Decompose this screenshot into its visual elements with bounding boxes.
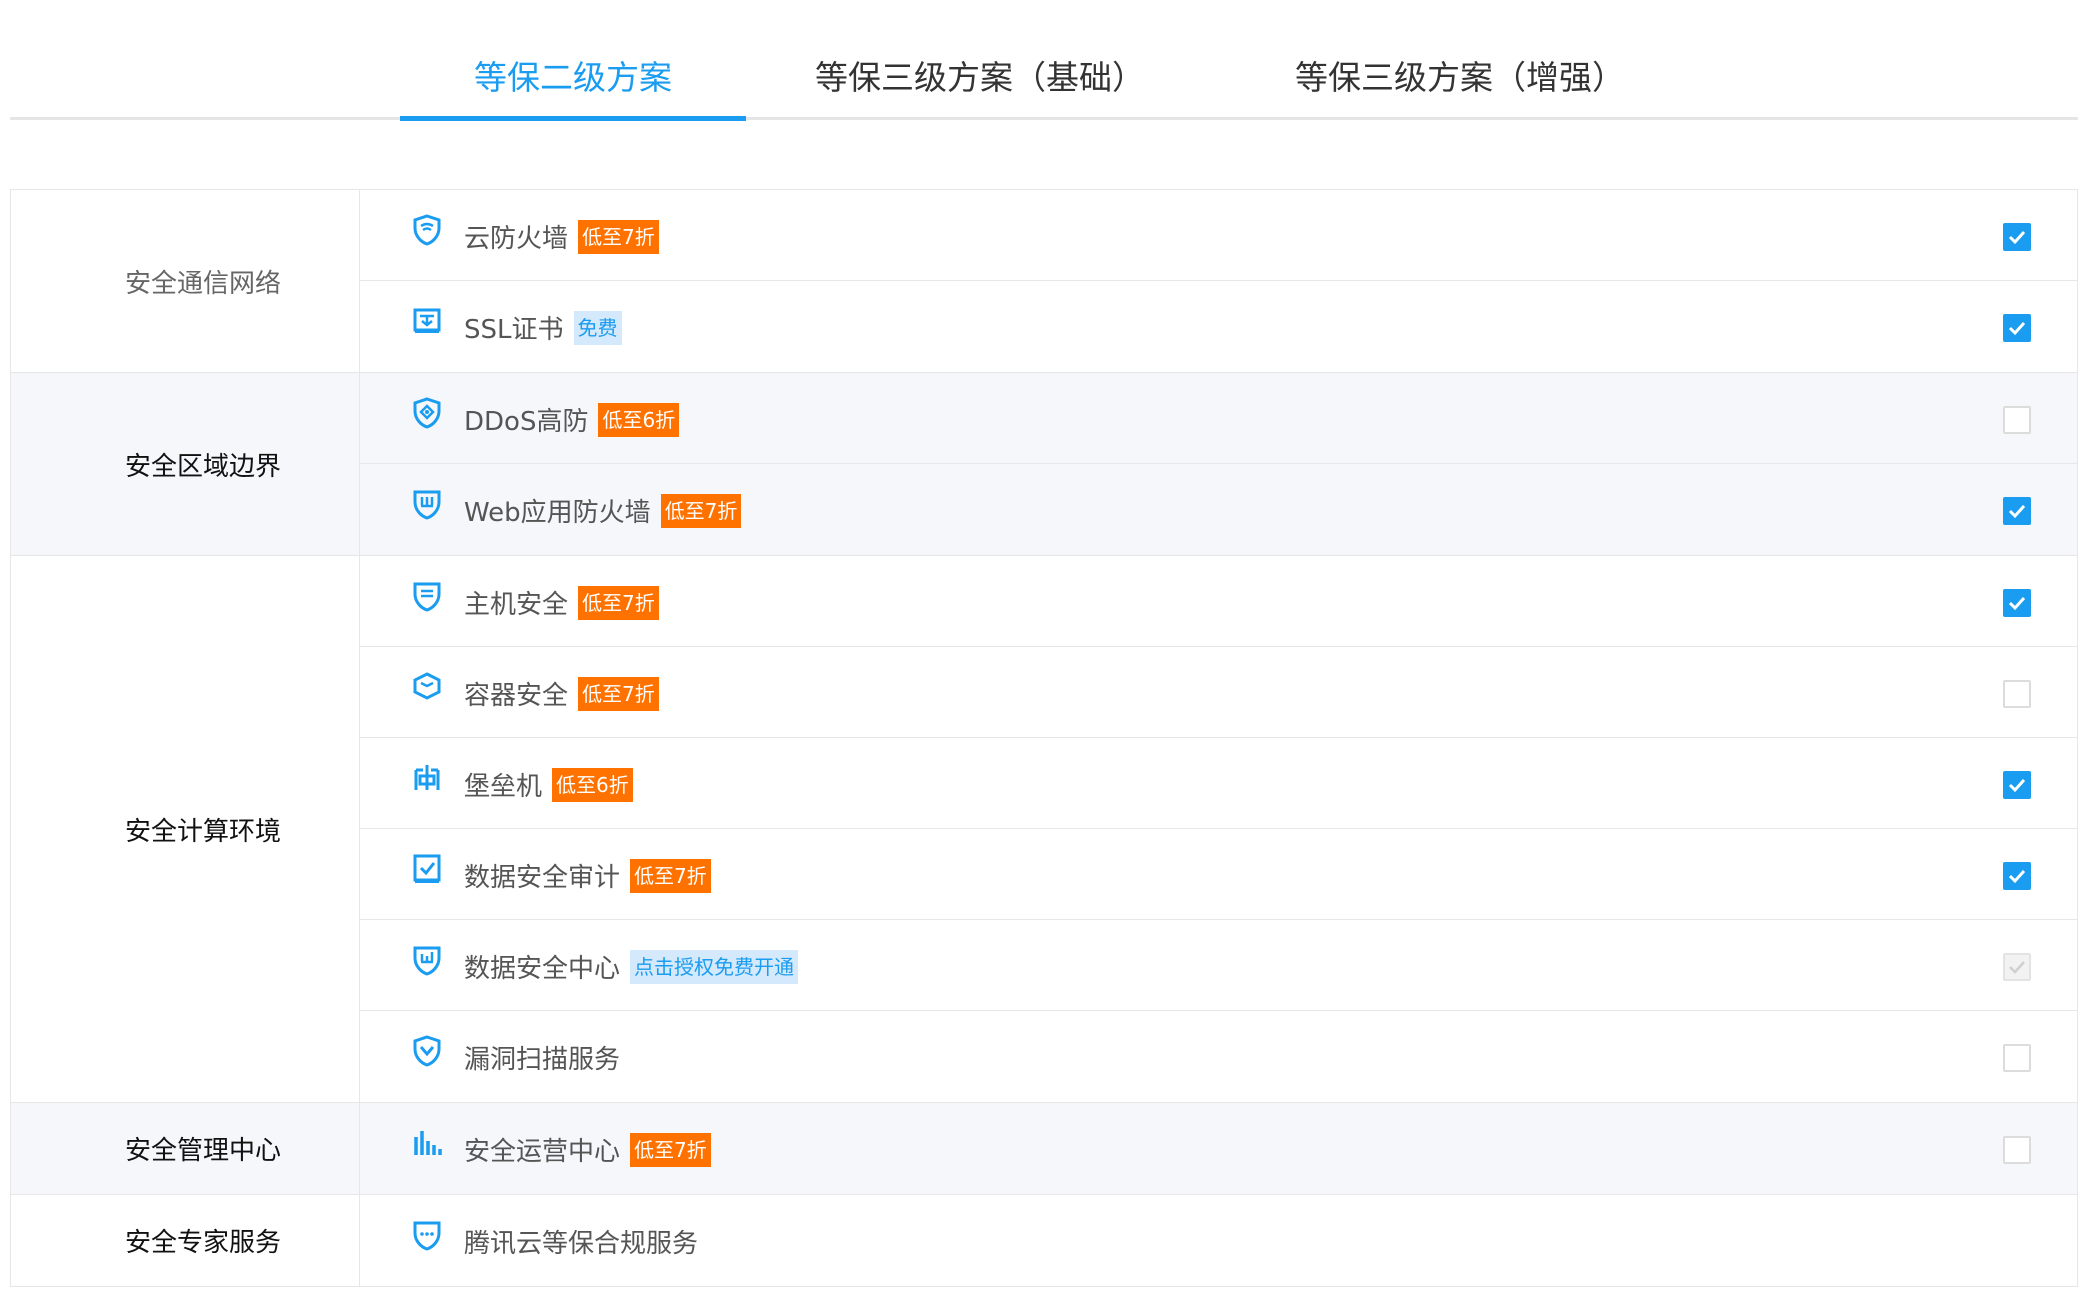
product-name: 数据安全审计 bbox=[464, 863, 621, 893]
product-label: DDoS高防 低至6折 bbox=[464, 401, 680, 438]
category-items: 云防火墙 低至7折 SSL证书 免费 bbox=[360, 190, 2078, 372]
product-name: SSL证书 bbox=[464, 315, 564, 345]
category-items: 安全运营中心 低至7折 bbox=[360, 1103, 2078, 1194]
product-name: 主机安全 bbox=[464, 590, 569, 620]
product-label: 腾讯云等保合规服务 bbox=[464, 1223, 698, 1260]
shield-compliance-icon bbox=[412, 1219, 442, 1251]
product-row: 主机安全 低至7折 bbox=[360, 556, 2077, 647]
free-badge: 免费 bbox=[573, 310, 622, 345]
checkmark-icon bbox=[2008, 321, 2026, 336]
category-group: 安全计算环境 主机安全 低至7折 容器安全 低至7折 堡垒机 低至6折 数据安全审计 低至7折数… bbox=[10, 556, 2078, 1103]
category-group: 安全通信网络 云防火墙 低至7折 SSL证书 免费 bbox=[10, 190, 2078, 373]
category-items: DDoS高防 低至6折 Web应用防火墙 低至7折 bbox=[360, 373, 2078, 555]
product-row: Web应用防火墙 低至7折 bbox=[360, 464, 2077, 555]
discount-badge: 低至7折 bbox=[630, 858, 711, 893]
category-label: 安全专家服务 bbox=[10, 1195, 360, 1286]
product-checkbox[interactable] bbox=[2003, 406, 2031, 434]
product-name: 堡垒机 bbox=[464, 772, 543, 802]
category-group: 安全区域边界 DDoS高防 低至6折 Web应用防火墙 低至7折 bbox=[10, 373, 2078, 556]
product-checkbox[interactable] bbox=[2003, 771, 2031, 799]
checkmark-icon bbox=[2008, 869, 2026, 884]
checkmark-icon bbox=[2008, 230, 2026, 245]
tab-level2[interactable]: 等保二级方案 bbox=[400, 50, 746, 120]
product-name: Web应用防火墙 bbox=[464, 498, 651, 528]
shield-scan-icon bbox=[412, 1035, 442, 1067]
shield-target-icon bbox=[412, 397, 442, 429]
product-label: 云防火墙 低至7折 bbox=[464, 218, 659, 255]
free-badge[interactable]: 点击授权免费开通 bbox=[630, 949, 799, 984]
product-row: 数据安全审计 低至7折 bbox=[360, 829, 2077, 920]
category-group: 安全管理中心 安全运营中心 低至7折 bbox=[10, 1103, 2078, 1195]
product-row: DDoS高防 低至6折 bbox=[360, 373, 2077, 464]
shield-data-icon bbox=[412, 944, 442, 976]
product-row: 堡垒机 低至6折 bbox=[360, 738, 2077, 829]
shield-wifi-icon bbox=[412, 214, 442, 246]
discount-badge: 低至7折 bbox=[630, 1132, 711, 1167]
category-label: 安全通信网络 bbox=[10, 190, 360, 372]
checkmark-icon bbox=[2008, 778, 2026, 793]
product-name: DDoS高防 bbox=[464, 407, 589, 437]
active-tab-indicator bbox=[400, 116, 746, 121]
category-items: 主机安全 低至7折 容器安全 低至7折 堡垒机 低至6折 数据安全审计 低至7折 数据安全中心点… bbox=[360, 556, 2078, 1102]
product-checkbox[interactable] bbox=[2003, 314, 2031, 342]
product-row: 云防火墙 低至7折 bbox=[360, 190, 2077, 281]
product-label: Web应用防火墙 低至7折 bbox=[464, 492, 742, 529]
product-row: 数据安全中心 点击授权免费开通 bbox=[360, 920, 2077, 1011]
product-label: 安全运营中心 低至7折 bbox=[464, 1131, 711, 1168]
category-label: 安全区域边界 bbox=[10, 373, 360, 555]
product-name: 腾讯云等保合规服务 bbox=[464, 1229, 699, 1259]
product-name: 数据安全中心 bbox=[464, 954, 621, 984]
shield-host-icon bbox=[412, 580, 442, 612]
shield-wall-icon bbox=[412, 488, 442, 520]
checkmark-icon bbox=[2008, 504, 2026, 519]
product-row: 安全运营中心 低至7折 bbox=[360, 1103, 2077, 1194]
checkmark-icon bbox=[2008, 596, 2026, 611]
discount-badge: 低至7折 bbox=[578, 676, 659, 711]
product-name: 安全运营中心 bbox=[464, 1137, 621, 1167]
product-checkbox[interactable] bbox=[2003, 1044, 2031, 1072]
product-checkbox[interactable] bbox=[2003, 680, 2031, 708]
checkmark-icon bbox=[2009, 961, 2025, 974]
product-checkbox bbox=[2003, 953, 2031, 981]
product-checkbox[interactable] bbox=[2003, 589, 2031, 617]
tab-level3-enhanced[interactable]: 等保三级方案（增强） bbox=[1280, 50, 1640, 120]
product-checkbox[interactable] bbox=[2003, 862, 2031, 890]
product-label: 漏洞扫描服务 bbox=[464, 1039, 620, 1076]
plan-product-table: 安全通信网络 云防火墙 低至7折 SSL证书 免费 安全区域边界 DDoS高防 低至6折 Web… bbox=[10, 189, 2078, 1287]
product-row: 腾讯云等保合规服务 bbox=[360, 1195, 2077, 1286]
category-label: 安全计算环境 bbox=[10, 556, 360, 1102]
tab-level3-basic[interactable]: 等保三级方案（基础） bbox=[800, 50, 1160, 120]
bastion-fort-icon bbox=[412, 762, 442, 794]
product-label: SSL证书 免费 bbox=[464, 309, 622, 346]
certificate-icon bbox=[412, 305, 442, 337]
product-row: 容器安全 低至7折 bbox=[360, 647, 2077, 738]
discount-badge: 低至7折 bbox=[578, 219, 659, 254]
category-group: 安全专家服务 腾讯云等保合规服务 bbox=[10, 1195, 2078, 1287]
product-row: SSL证书 免费 bbox=[360, 281, 2077, 372]
product-label: 容器安全 低至7折 bbox=[464, 675, 659, 712]
category-label: 安全管理中心 bbox=[10, 1103, 360, 1194]
product-checkbox[interactable] bbox=[2003, 1136, 2031, 1164]
discount-badge: 低至6折 bbox=[598, 402, 680, 437]
discount-badge: 低至7折 bbox=[660, 493, 742, 528]
product-label: 主机安全 低至7折 bbox=[464, 584, 659, 621]
product-label: 数据安全审计 低至7折 bbox=[464, 857, 711, 894]
container-cube-icon bbox=[412, 671, 442, 703]
discount-badge: 低至7折 bbox=[578, 585, 659, 620]
product-label: 数据安全中心 点击授权免费开通 bbox=[464, 948, 799, 985]
bar-chart-icon bbox=[412, 1127, 442, 1159]
product-label: 堡垒机 低至6折 bbox=[464, 766, 633, 803]
product-row: 漏洞扫描服务 bbox=[360, 1011, 2077, 1102]
product-checkbox[interactable] bbox=[2003, 223, 2031, 251]
category-items: 腾讯云等保合规服务 bbox=[360, 1195, 2078, 1286]
product-name: 漏洞扫描服务 bbox=[464, 1045, 621, 1075]
product-name: 容器安全 bbox=[464, 681, 569, 711]
product-checkbox[interactable] bbox=[2003, 497, 2031, 525]
plan-tabs: 等保二级方案 等保三级方案（基础） 等保三级方案（增强） bbox=[10, 0, 2078, 121]
product-name: 云防火墙 bbox=[464, 224, 569, 254]
discount-badge: 低至6折 bbox=[552, 767, 633, 802]
audit-check-icon bbox=[412, 853, 442, 885]
